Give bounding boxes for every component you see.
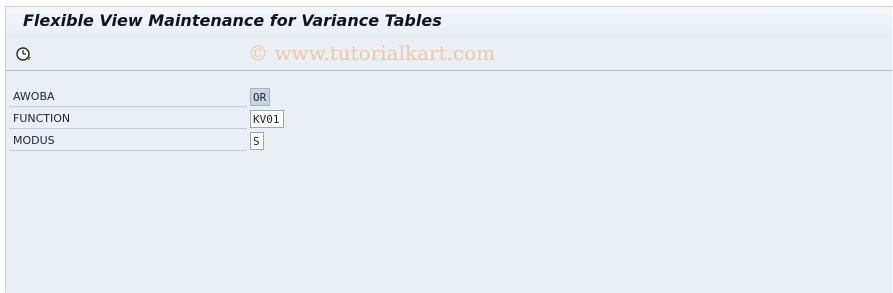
field-row-awoba: AWOBA bbox=[9, 86, 287, 107]
field-divider bbox=[9, 128, 247, 129]
watermark: © www.tutorialkart.com bbox=[248, 41, 496, 65]
application-toolbar: © www.tutorialkart.com bbox=[6, 37, 892, 71]
field-label-awoba: AWOBA bbox=[13, 90, 55, 103]
sap-window: Flexible View Maintenance for Variance T… bbox=[5, 6, 892, 293]
clock-execute-icon bbox=[16, 47, 31, 61]
field-divider bbox=[9, 106, 247, 107]
selection-screen: AWOBA FUNCTION MODUS bbox=[6, 71, 892, 293]
field-divider bbox=[9, 150, 247, 151]
title-bar: Flexible View Maintenance for Variance T… bbox=[6, 7, 892, 37]
modus-input[interactable] bbox=[250, 132, 264, 150]
page-title: Flexible View Maintenance for Variance T… bbox=[23, 11, 442, 30]
field-row-modus: MODUS bbox=[9, 130, 287, 151]
field-row-function: FUNCTION bbox=[9, 108, 287, 129]
awoba-input[interactable] bbox=[250, 88, 270, 106]
execute-button[interactable] bbox=[13, 44, 35, 64]
function-input[interactable] bbox=[250, 110, 284, 128]
field-label-modus: MODUS bbox=[13, 134, 55, 147]
field-label-function: FUNCTION bbox=[13, 112, 71, 125]
